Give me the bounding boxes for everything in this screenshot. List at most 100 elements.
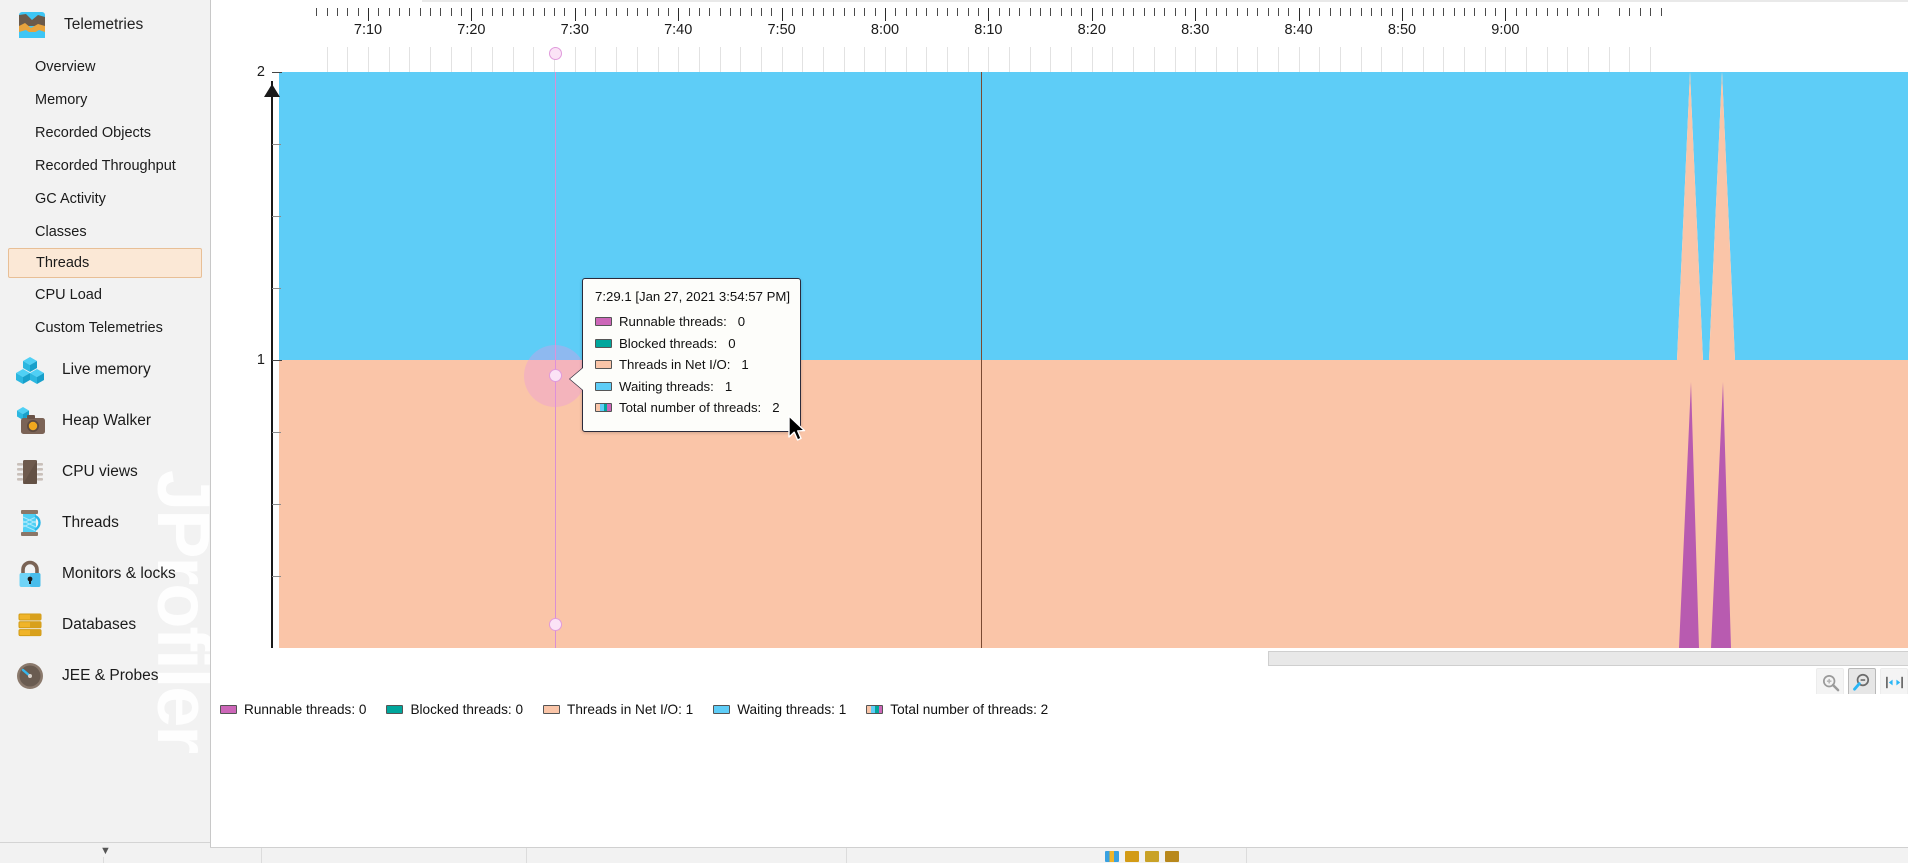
horizontal-scrollbar-track[interactable] (1268, 651, 1908, 666)
sidebar-item-heap-walker[interactable]: Heap Walker (0, 395, 210, 446)
ruler-minor-tick (1515, 8, 1517, 16)
sidebar-item-threads[interactable]: Threads (8, 248, 202, 278)
ruler-minor-tick (533, 8, 535, 16)
ruler-minor-tick (864, 8, 866, 16)
sidebar-item-databases[interactable]: Databases (0, 599, 210, 650)
chart-chip-icon[interactable] (1105, 851, 1119, 862)
tooltip-row: Threads in Net I/O: 1 (595, 354, 788, 376)
ruler-minor-tick (1060, 8, 1062, 16)
ruler-minor-tick (998, 8, 1000, 16)
tooltip-row-value: 2 (772, 400, 780, 416)
ruler-major-tick (368, 8, 369, 21)
sidebar-item-classes[interactable]: Classes (0, 215, 210, 248)
sidebar-item-memory[interactable]: Memory (0, 83, 210, 116)
tooltip-row-value: 0 (728, 335, 736, 351)
ruler-minor-tick (1122, 8, 1124, 16)
legend-item[interactable]: Total number of threads: 2 (866, 702, 1048, 717)
y-axis-tick (272, 72, 282, 73)
sidebar-item-recorded-throughput[interactable]: Recorded Throughput (0, 149, 210, 182)
horizontal-scrollbar-thumb[interactable] (1268, 651, 1908, 666)
sidebar-item-recorded-objects[interactable]: Recorded Objects (0, 116, 210, 149)
ruler-minor-tick (729, 8, 731, 16)
sidebar-header-telemetries[interactable]: Telemetries (0, 0, 210, 50)
sidebar-item-gc-activity[interactable]: GC Activity (0, 182, 210, 215)
tooltip-rows: Runnable threads: 0 Blocked threads: 0 Threa… (595, 311, 788, 419)
ruler-minor-tick (616, 8, 618, 16)
gauge-icon (14, 660, 46, 692)
sidebar-item-overview[interactable]: Overview (0, 50, 210, 83)
ruler-minor-tick (1443, 8, 1445, 16)
ruler-minor-tick (1040, 8, 1042, 16)
ruler-minor-tick (1143, 8, 1145, 16)
legend-swatch (220, 704, 237, 714)
ruler-minor-tick (812, 8, 814, 16)
jprofiler-window: JProfiler Telemetries Overview Memory Reco… (0, 0, 1908, 863)
legend-swatch (595, 381, 612, 391)
ruler-minor-tick (833, 8, 835, 16)
ruler-minor-tick (1557, 8, 1559, 16)
legend-item[interactable]: Blocked threads: 0 (386, 702, 523, 717)
y-axis-minor-tick (272, 288, 281, 289)
ruler-minor-tick (1329, 8, 1331, 16)
sidebar-item-jee-probes[interactable]: JEE & Probes (0, 650, 210, 701)
zoom-out-button[interactable] (1848, 668, 1876, 696)
sidebar-item-monitors-locks[interactable]: Monitors & locks (0, 548, 210, 599)
ruler-minor-tick (595, 8, 597, 16)
y-axis-minor-tick (272, 144, 281, 145)
sidebar-item-live-memory[interactable]: Live memory (0, 344, 210, 395)
sidebar-item-custom-telemetries[interactable]: Custom Telemetries (0, 311, 210, 344)
ruler-time-label: 7:10 (353, 22, 383, 38)
telemetries-icon (16, 9, 48, 41)
status-seg-3 (262, 848, 527, 863)
threads-chart[interactable]: 1 2 7:29.1 [Jan 27, 2021 3:54:57 PM] Runn… (211, 47, 1908, 648)
legend-item[interactable]: Runnable threads: 0 (220, 702, 366, 717)
ruler-minor-tick (916, 8, 918, 16)
grid-chip-icon[interactable] (1145, 851, 1159, 862)
fit-to-width-button[interactable] (1880, 668, 1908, 696)
ruler-minor-tick (1567, 8, 1569, 16)
ruler-minor-tick (1205, 8, 1207, 16)
sidebar-item-threads[interactable]: Threads (0, 497, 210, 548)
ruler-minor-tick (1391, 8, 1393, 16)
legend-item[interactable]: Threads in Net I/O: 1 (543, 702, 693, 717)
ruler-minor-tick (1226, 8, 1228, 16)
tooltip-row-value: 1 (724, 378, 733, 394)
y-axis-label: 1 (256, 352, 265, 368)
legend-swatch (386, 704, 404, 714)
ruler-minor-tick (895, 8, 897, 16)
ruler-minor-tick (1546, 8, 1548, 16)
y-axis-line (271, 81, 273, 648)
ruler-minor-tick (1133, 8, 1135, 16)
sidebar-item-cpu-load[interactable]: CPU Load (0, 278, 210, 311)
stack-chip-icon[interactable] (1165, 851, 1179, 862)
ruler-minor-tick (1598, 8, 1600, 16)
tooltip-title: 7:29.1 [Jan 27, 2021 3:54:57 PM] (595, 289, 791, 304)
ruler-minor-tick (1381, 8, 1383, 16)
ruler-minor-tick (1536, 8, 1538, 16)
sidebar-item-label: Databases (62, 615, 137, 633)
tooltip-row-label: Total number of threads: (619, 400, 762, 416)
ruler-minor-tick (430, 8, 432, 16)
ruler-minor-tick (957, 8, 959, 16)
camera-icon (14, 405, 46, 437)
sidebar-item-label: Live memory (62, 360, 151, 378)
sidebar-item-label: JEE & Probes (62, 666, 159, 684)
ruler-minor-tick (1360, 8, 1362, 16)
status-toolbar-icons[interactable] (1105, 848, 1179, 862)
sidebar-item-cpu-views[interactable]: CPU views (0, 446, 210, 497)
ruler-minor-tick (399, 8, 401, 16)
sidebar-item-label: Monitors & locks (62, 564, 176, 582)
sidebar-item-label: GC Activity (35, 190, 106, 207)
legend-item[interactable]: Waiting threads: 1 (713, 702, 846, 717)
sidebar-item-label: CPU Load (35, 286, 102, 303)
ruler-time-label: 8:40 (1284, 22, 1313, 38)
database-chip-icon[interactable] (1125, 851, 1139, 862)
ruler-minor-tick (1650, 8, 1652, 16)
tooltip-row-label: Blocked threads: (619, 335, 718, 351)
sidebar-header-label: Telemetries (64, 16, 144, 33)
ruler-minor-tick (440, 8, 442, 16)
ruler-minor-tick (1277, 8, 1279, 16)
sidebar-expand-arrow[interactable]: ▼ (0, 842, 210, 857)
status-seg-5 (847, 848, 1247, 863)
zoom-in-button[interactable] (1816, 668, 1844, 696)
